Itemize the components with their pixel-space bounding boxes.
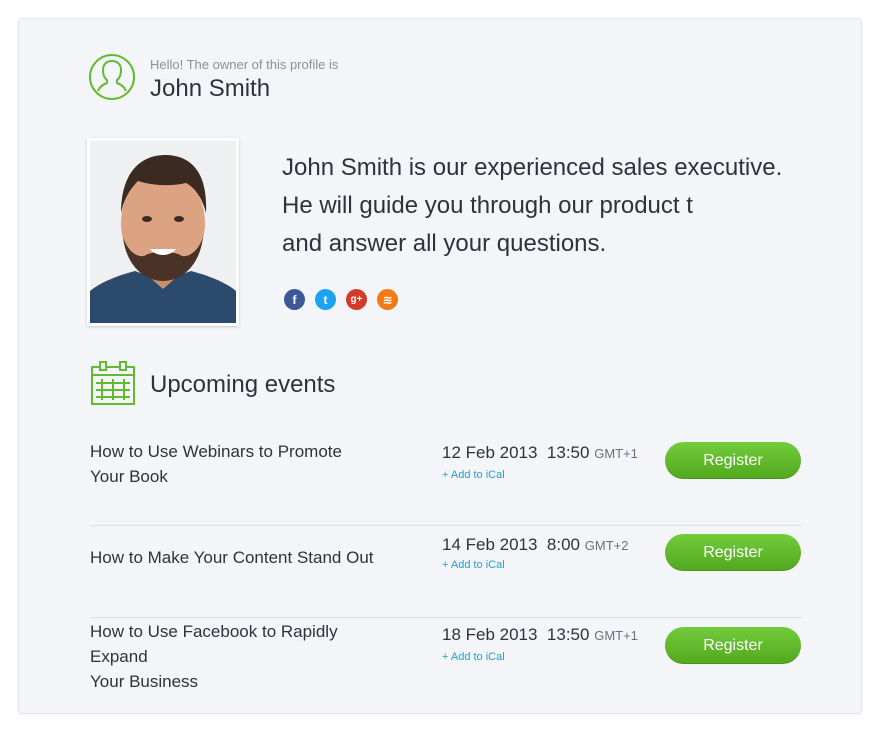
rss-icon[interactable]: ≋ xyxy=(377,289,398,310)
register-button[interactable]: Register xyxy=(665,534,801,571)
bio-line: and answer all your questions. xyxy=(282,230,607,257)
event-time: 13:50 xyxy=(546,443,590,462)
event-date: 18 Feb 2013 xyxy=(442,625,538,644)
event-date: 14 Feb 2013 xyxy=(442,535,538,554)
register-button[interactable]: Register xyxy=(665,442,801,479)
bio-line: He will guide you through our product t xyxy=(282,192,693,219)
event-time: 8:00 xyxy=(546,535,581,554)
social-links: f t g+ ≋ xyxy=(284,289,398,310)
add-to-ical-link[interactable]: + Add to iCal xyxy=(442,469,505,481)
event-title-line: Your Business xyxy=(90,672,199,691)
profile-card: Hello! The owner of this profile is John… xyxy=(18,18,862,714)
owner-name: John Smith xyxy=(150,75,271,102)
bio-line: John Smith is our experienced sales exec… xyxy=(282,154,783,181)
event-timezone: GMT+2 xyxy=(584,538,629,553)
event-timezone: GMT+1 xyxy=(594,628,638,643)
calendar-icon xyxy=(91,361,135,405)
owner-greeting: Hello! The owner of this profile is xyxy=(150,57,339,72)
facebook-icon[interactable]: f xyxy=(284,289,305,310)
event-date: 12 Feb 2013 xyxy=(442,443,538,462)
event-time: 13:50 xyxy=(546,625,590,644)
event-title-line: How to Make Your Content Stand Out xyxy=(90,548,374,567)
event-title-line: Your Book xyxy=(90,467,168,486)
event-title-line: How to Use Webinars to Promote xyxy=(90,442,342,461)
event-datetime: 18 Feb 2013 13:50 GMT+1 xyxy=(442,625,638,645)
owner-bio: John Smith is our experienced sales exec… xyxy=(282,149,822,263)
events-title: Upcoming events xyxy=(150,371,336,398)
event-title: How to Use Webinars to Promote Your Book xyxy=(90,439,390,489)
add-to-ical-link[interactable]: + Add to iCal xyxy=(442,559,505,571)
event-timezone: GMT+1 xyxy=(594,446,638,461)
event-row: How to Use Webinars to Promote Your Book… xyxy=(90,433,802,526)
event-row: How to Make Your Content Stand Out 14 Fe… xyxy=(90,525,802,618)
event-title: How to Make Your Content Stand Out xyxy=(90,545,390,570)
profile-photo-image xyxy=(90,141,236,323)
google-plus-icon[interactable]: g+ xyxy=(346,289,367,310)
register-button[interactable]: Register xyxy=(665,627,801,664)
profile-photo xyxy=(87,138,239,326)
event-title: How to Use Facebook to Rapidly Expand Yo… xyxy=(90,619,390,694)
twitter-icon[interactable]: t xyxy=(315,289,336,310)
event-datetime: 14 Feb 2013 8:00 GMT+2 xyxy=(442,535,628,555)
add-to-ical-link[interactable]: + Add to iCal xyxy=(442,651,505,663)
event-row: How to Use Facebook to Rapidly Expand Yo… xyxy=(90,617,802,709)
event-title-line: How to Use Facebook to Rapidly Expand xyxy=(90,622,338,666)
event-datetime: 12 Feb 2013 13:50 GMT+1 xyxy=(442,443,638,463)
user-icon xyxy=(89,54,135,100)
